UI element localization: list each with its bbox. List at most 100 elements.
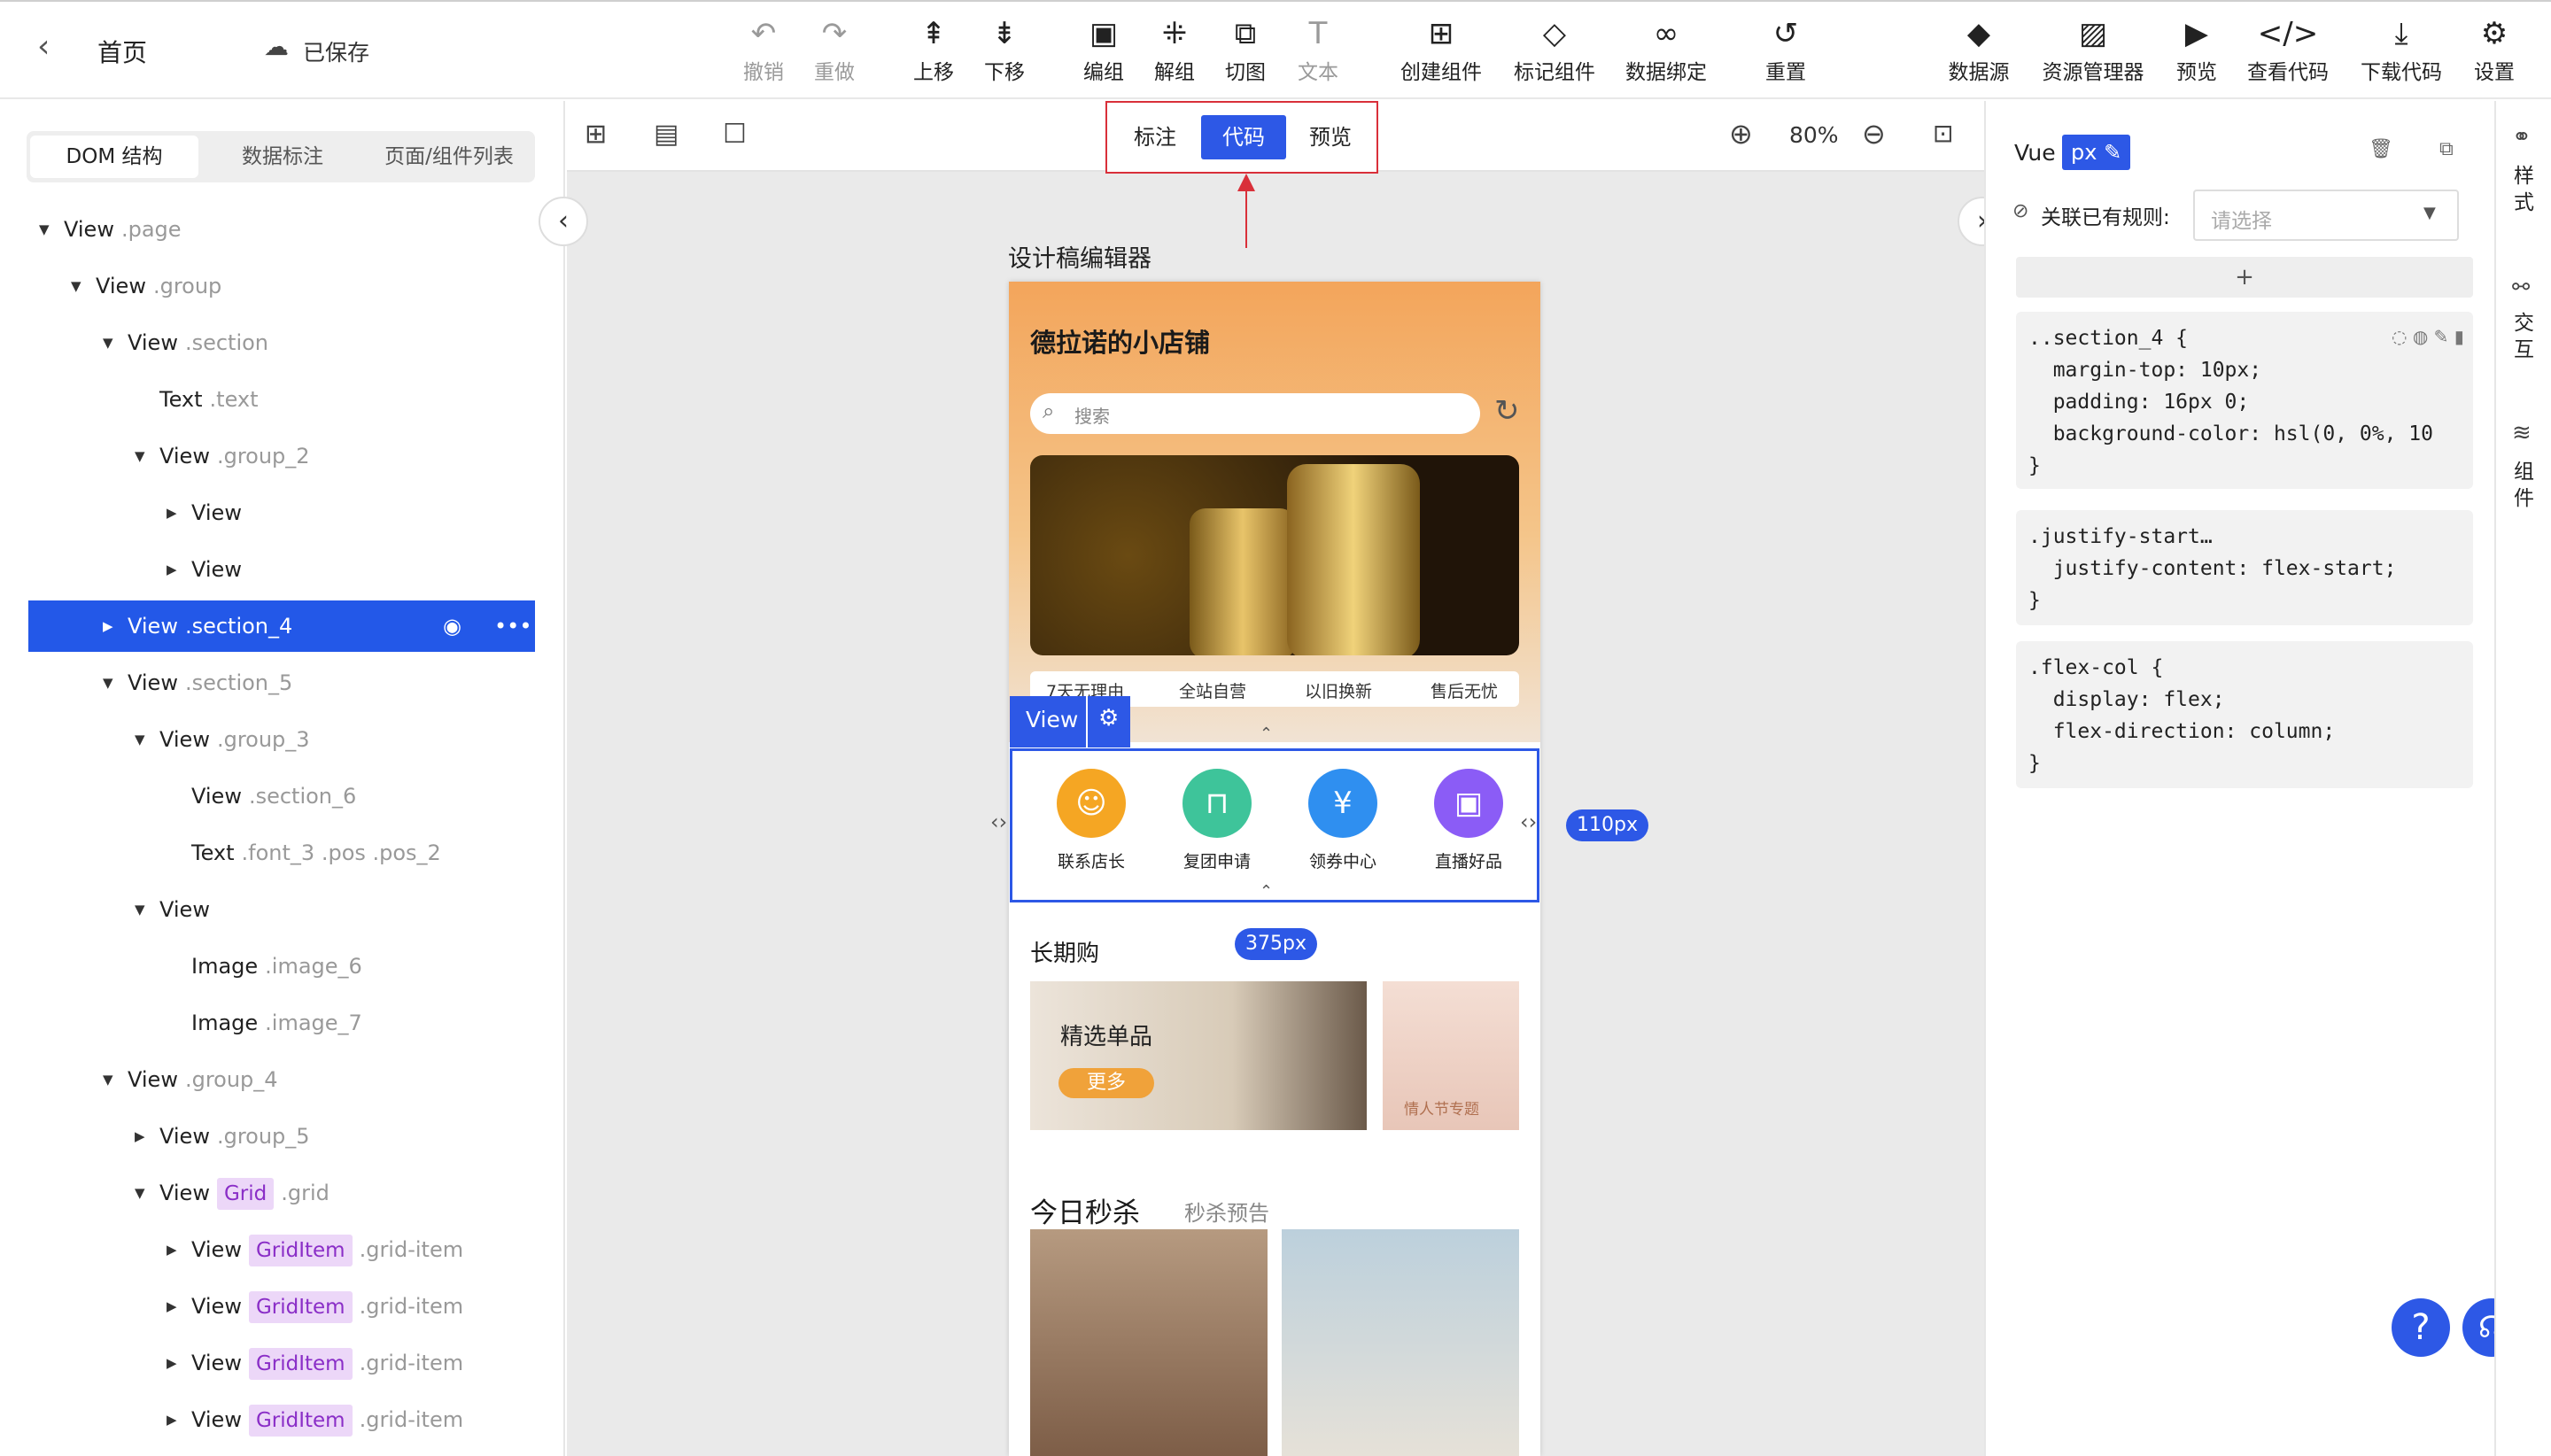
trash-icon[interactable]: 🗑: [2369, 138, 2393, 160]
tree-row[interactable]: Text .text: [28, 374, 535, 425]
toolbar-reset-button[interactable]: ↺ 重置: [1745, 16, 1826, 85]
caret-right-icon[interactable]: ▶: [167, 1281, 177, 1332]
valentine-card[interactable]: 情人节专题: [1383, 981, 1519, 1130]
sidebar-style[interactable]: 样式: [2514, 163, 2535, 216]
selection-box[interactable]: [1010, 748, 1539, 902]
toolbar-text-button[interactable]: T 文本: [1277, 16, 1359, 85]
sidebar-components[interactable]: 组件: [2514, 459, 2535, 512]
resize-left-icon[interactable]: ‹›: [990, 809, 1007, 834]
tree-row[interactable]: ▼ View: [28, 884, 535, 935]
tree-row[interactable]: ▶ View .section_4 ◉ •••: [28, 600, 535, 652]
tab-dom[interactable]: DOM 结构: [30, 136, 198, 178]
caret-right-icon[interactable]: ▶: [135, 1111, 145, 1162]
add-rule-button[interactable]: +: [2016, 257, 2473, 298]
caret-right-icon[interactable]: ▶: [167, 1394, 177, 1445]
toolbar-move-down-button[interactable]: ⇟ 下移: [964, 16, 1045, 85]
tree-row[interactable]: ▼ View .section: [28, 317, 535, 368]
caret-down-icon[interactable]: ▼: [71, 260, 81, 312]
caret-down-icon[interactable]: ▼: [39, 204, 50, 255]
interaction-icon[interactable]: ⚯: [2512, 275, 2530, 299]
tab-pages[interactable]: 页面/组件列表: [367, 136, 531, 178]
caret-right-icon[interactable]: ▶: [167, 1224, 177, 1275]
segment-annotate[interactable]: 标注: [1113, 115, 1198, 159]
toolbar-cube-button[interactable]: ◆ 数据源: [1938, 16, 2020, 85]
caret-down-icon[interactable]: ▼: [103, 1054, 113, 1105]
sidebar-interaction[interactable]: 交互: [2514, 310, 2535, 363]
toolbar-play-button[interactable]: ▶ 预览: [2156, 16, 2237, 85]
toolbar-link-button[interactable]: ∞ 数据绑定: [1612, 16, 1720, 85]
segment-preview[interactable]: 预览: [1288, 115, 1373, 159]
banner-image[interactable]: [1030, 455, 1519, 655]
caret-down-icon[interactable]: ▼: [135, 714, 145, 765]
copy-icon[interactable]: ⧉: [2439, 138, 2454, 160]
more-icon[interactable]: •••: [494, 600, 531, 652]
caret-down-icon[interactable]: ▼: [103, 657, 113, 709]
layers-icon[interactable]: ≋: [2512, 420, 2532, 446]
product-image[interactable]: [1030, 1229, 1268, 1456]
help-button[interactable]: ?: [2392, 1298, 2450, 1357]
caret-right-icon[interactable]: ▶: [167, 1337, 177, 1389]
toolbar-tag-button[interactable]: ◇ 标记组件: [1500, 16, 1609, 85]
eye-icon[interactable]: ◉: [443, 600, 461, 652]
resize-up-icon[interactable]: ⌃: [1260, 724, 1273, 743]
gear-icon[interactable]: ⚙: [1098, 705, 1119, 732]
caret-down-icon[interactable]: ▼: [135, 884, 145, 935]
tree-row[interactable]: View .section_6: [28, 771, 535, 822]
frame-icon[interactable]: ☐: [723, 119, 747, 150]
zoom-in-icon[interactable]: ⊕: [1729, 117, 1753, 151]
chevron-left-icon[interactable]: ‹: [37, 28, 50, 65]
caret-right-icon[interactable]: ▶: [167, 544, 177, 595]
toolbar-move-up-button[interactable]: ⇞ 上移: [893, 16, 974, 85]
toolbar-redo-button[interactable]: ↷ 重做: [794, 16, 875, 85]
tree-row[interactable]: ▶ View GridItem .grid-item: [28, 1281, 535, 1332]
zoom-out-icon[interactable]: ⊖: [1862, 117, 1886, 151]
caret-right-icon[interactable]: ▶: [167, 487, 177, 538]
tree-row[interactable]: ▶ View .group_5: [28, 1111, 535, 1162]
toolbar-gear-button[interactable]: ⚙ 设置: [2454, 16, 2535, 85]
fit-screen-icon[interactable]: ⊡: [1933, 119, 1953, 148]
rule-select[interactable]: 请选择 ▼: [2193, 190, 2459, 241]
tree-row[interactable]: ▼ View .section_5: [28, 657, 535, 709]
caret-down-icon[interactable]: ▼: [103, 317, 113, 368]
tree-row[interactable]: ▼ View .group: [28, 260, 535, 312]
layout-icon[interactable]: ▤: [654, 119, 678, 150]
style-icon[interactable]: ⚭: [2512, 124, 2532, 151]
code-block-justify[interactable]: .justify-start… justify-content: flex-st…: [2016, 510, 2473, 625]
toolbar-code-button[interactable]: </> 查看代码: [2234, 16, 2342, 85]
tree-row[interactable]: ▼ View .page: [28, 204, 535, 255]
edit-icon[interactable]: ✎: [2434, 326, 2449, 347]
product-image[interactable]: [1282, 1229, 1519, 1456]
resize-right-icon[interactable]: ‹›: [1520, 809, 1537, 834]
tree-row[interactable]: Text .font_3 .pos .pos_2: [28, 827, 535, 879]
code-block-flexcol[interactable]: .flex-col { display: flex; flex-directio…: [2016, 641, 2473, 788]
toolbar-undo-button[interactable]: ↶ 撤销: [723, 16, 804, 85]
trash-icon[interactable]: ▮: [2454, 326, 2464, 347]
tab-annotation[interactable]: 数据标注: [200, 136, 365, 178]
tree-row[interactable]: ▼ View .group_3: [28, 714, 535, 765]
tree-row[interactable]: ▶ View: [28, 487, 535, 538]
flash-subtitle[interactable]: 秒杀预告: [1184, 1196, 1269, 1227]
search-input[interactable]: ⌕ 搜索: [1030, 393, 1480, 434]
toolbar-download-button[interactable]: ⤓ 下载代码: [2347, 16, 2455, 85]
toolbar-image-button[interactable]: ▨ 资源管理器: [2039, 16, 2147, 85]
add-frame-icon[interactable]: ⊞: [585, 119, 607, 150]
refresh-icon[interactable]: ↻: [1494, 393, 1520, 429]
tree-row[interactable]: Image .image_6: [28, 941, 535, 992]
toolbar-group-button[interactable]: ▣ 编组: [1063, 16, 1144, 85]
palette-icon[interactable]: ◍: [2413, 326, 2428, 347]
tree-row[interactable]: ▼ View .group_4: [28, 1054, 535, 1105]
toolbar-plus-box-button[interactable]: ⊞ 创建组件: [1387, 16, 1495, 85]
more-button[interactable]: 更多: [1058, 1068, 1154, 1098]
segment-code[interactable]: 代码: [1201, 115, 1286, 159]
tree-row[interactable]: ▶ View GridItem .grid-item: [28, 1394, 535, 1445]
caret-down-icon[interactable]: ▼: [135, 1167, 145, 1219]
bulb-icon[interactable]: ◌: [2392, 326, 2407, 347]
featured-card[interactable]: 精选单品 更多: [1030, 981, 1367, 1130]
tree-row[interactable]: ▶ View GridItem .grid-item: [28, 1337, 535, 1389]
selection-tag[interactable]: View ⚙: [1010, 696, 1130, 747]
toolbar-slice-button[interactable]: ⧉ 切图: [1205, 16, 1286, 85]
home-link[interactable]: 首页: [97, 34, 147, 69]
tree-row[interactable]: ▼ View .group_2: [28, 430, 535, 482]
collapse-left-button[interactable]: ‹: [539, 197, 588, 246]
tree-row[interactable]: ▶ View GridItem .grid-item: [28, 1224, 535, 1275]
